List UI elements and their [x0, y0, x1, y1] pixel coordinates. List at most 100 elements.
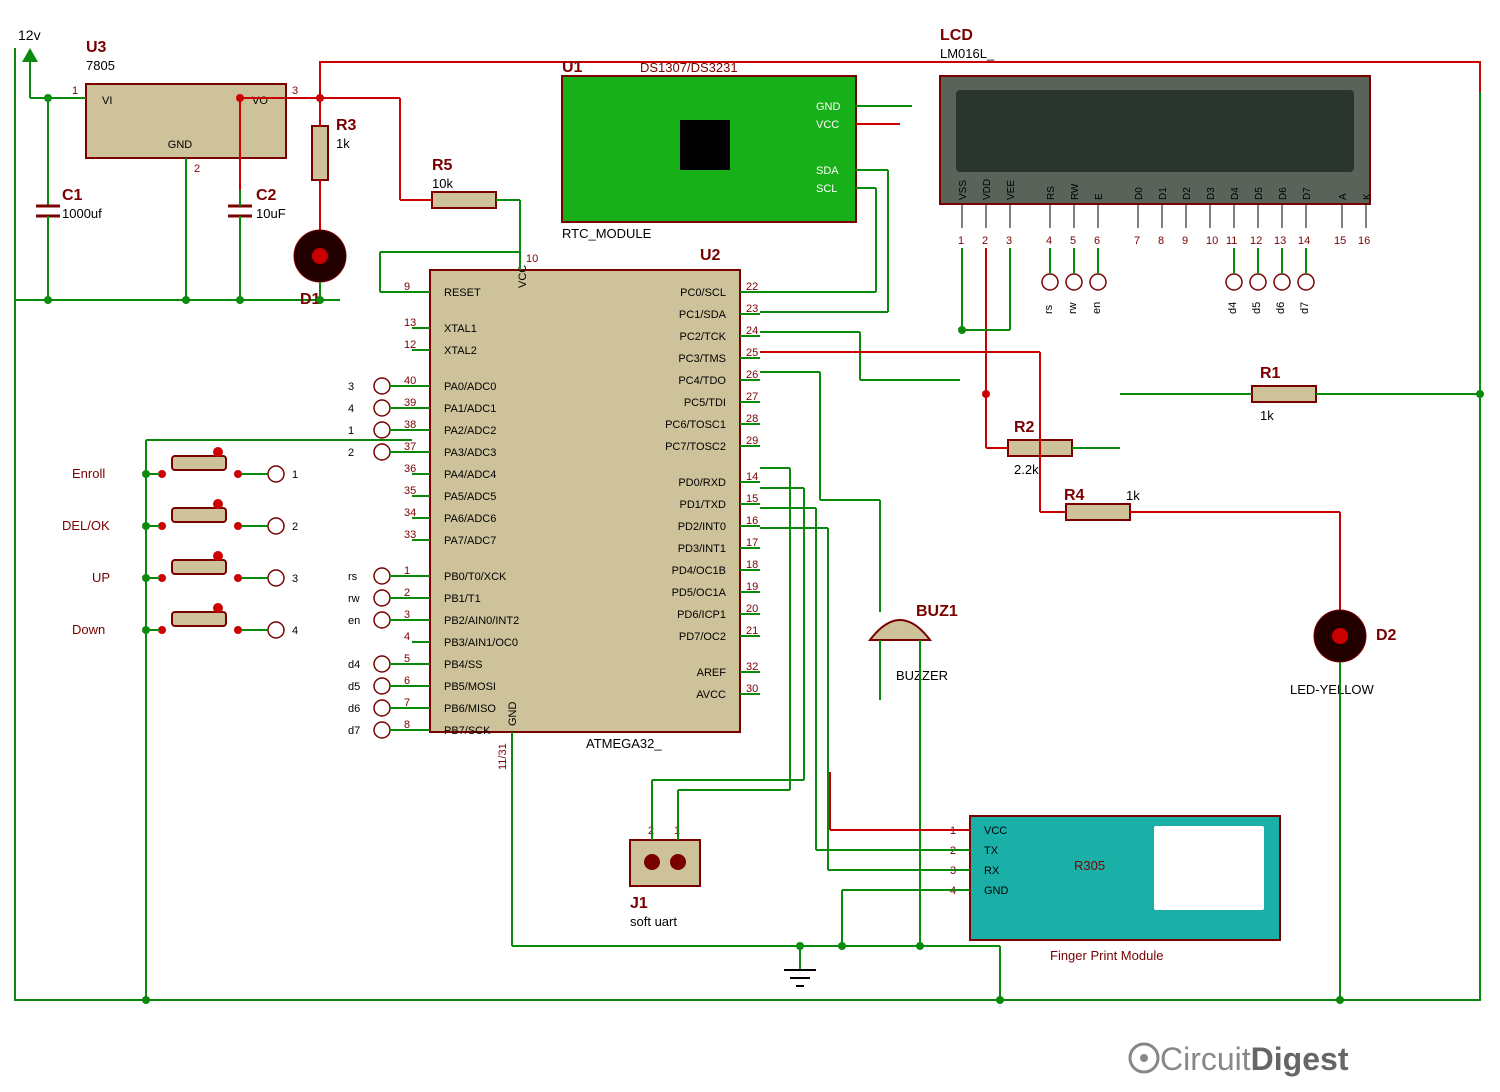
svg-text:D0: D0	[1134, 187, 1145, 200]
u3-ref: U3	[86, 39, 107, 56]
svg-text:10: 10	[526, 253, 538, 265]
svg-text:E: E	[1094, 193, 1105, 200]
button-enroll[interactable]: Enroll 1	[72, 447, 298, 482]
svg-text:TX: TX	[984, 845, 999, 857]
svg-text:RW: RW	[1070, 183, 1081, 200]
svg-text:d6: d6	[348, 703, 360, 715]
svg-text:9: 9	[1182, 235, 1188, 247]
svg-text:rs: rs	[1043, 304, 1055, 314]
svg-text:R2: R2	[1014, 419, 1035, 436]
svg-text:R3: R3	[336, 117, 357, 134]
svg-text:PC7/TOSC2: PC7/TOSC2	[665, 441, 726, 453]
svg-text:2: 2	[982, 235, 988, 247]
svg-text:BUZZER: BUZZER	[896, 668, 948, 683]
svg-text:ATMEGA32_: ATMEGA32_	[586, 736, 662, 751]
svg-text:PB4/SS: PB4/SS	[444, 659, 483, 671]
svg-text:RS: RS	[1046, 186, 1057, 200]
svg-text:PB1/T1: PB1/T1	[444, 593, 481, 605]
svg-text:UP: UP	[92, 570, 110, 585]
svg-text:GND: GND	[507, 702, 519, 727]
svg-text:PD2/INT0: PD2/INT0	[678, 521, 726, 533]
c2-ref: C2	[256, 187, 277, 204]
c1-ref: C1	[62, 187, 83, 204]
svg-text:3: 3	[348, 381, 354, 393]
svg-text:D1: D1	[1158, 187, 1169, 200]
svg-text:R1: R1	[1260, 365, 1281, 382]
svg-text:PA1/ADC1: PA1/ADC1	[444, 403, 496, 415]
label-12v: 12v	[18, 27, 41, 43]
svg-text:PB3/AIN1/OC0: PB3/AIN1/OC0	[444, 637, 518, 649]
svg-text:PD6/ICP1: PD6/ICP1	[677, 609, 726, 621]
svg-text:VCC: VCC	[984, 825, 1007, 837]
svg-text:1: 1	[292, 469, 298, 481]
svg-text:en: en	[348, 615, 360, 627]
svg-text:PD0/RXD: PD0/RXD	[678, 477, 726, 489]
svg-text:PA6/ADC6: PA6/ADC6	[444, 513, 496, 525]
svg-text:VSS: VSS	[958, 180, 969, 200]
svg-text:5: 5	[1070, 235, 1076, 247]
svg-text:DS1307/DS3231: DS1307/DS3231	[640, 60, 738, 75]
svg-text:RTC_MODULE: RTC_MODULE	[562, 226, 652, 241]
button-down[interactable]: Down 4	[72, 603, 298, 638]
svg-text:1000uf: 1000uf	[62, 206, 102, 221]
svg-text:2: 2	[194, 163, 200, 175]
svg-text:4: 4	[348, 403, 354, 415]
svg-text:LCD: LCD	[940, 27, 973, 44]
svg-text:AREF: AREF	[697, 667, 727, 679]
svg-text:GND: GND	[168, 139, 193, 151]
svg-text:16: 16	[1358, 235, 1370, 247]
u3-part: 7805	[86, 58, 115, 73]
svg-text:LM016L_: LM016L_	[940, 46, 995, 61]
svg-text:SDA: SDA	[816, 165, 839, 177]
svg-text:K: K	[1362, 193, 1373, 200]
svg-text:d4: d4	[1227, 302, 1239, 314]
svg-text:R305: R305	[1074, 858, 1105, 873]
svg-text:1: 1	[958, 235, 964, 247]
connector-j1	[630, 840, 700, 886]
svg-text:PB2/AIN0/INT2: PB2/AIN0/INT2	[444, 615, 519, 627]
svg-text:3: 3	[292, 573, 298, 585]
svg-text:RX: RX	[984, 865, 1000, 877]
svg-text:PA3/ADC3: PA3/ADC3	[444, 447, 496, 459]
svg-text:R5: R5	[432, 157, 453, 174]
svg-text:rw: rw	[1067, 302, 1079, 314]
svg-text:BUZ1: BUZ1	[916, 603, 958, 620]
svg-text:10uF: 10uF	[256, 206, 286, 221]
svg-text:PB7/SCK: PB7/SCK	[444, 725, 491, 737]
svg-text:U2: U2	[700, 247, 721, 264]
svg-text:d5: d5	[1251, 302, 1263, 314]
svg-text:4: 4	[1046, 235, 1052, 247]
svg-text:VCC: VCC	[816, 119, 839, 131]
svg-text:PA7/ADC7: PA7/ADC7	[444, 535, 496, 547]
svg-text:PB6/MISO: PB6/MISO	[444, 703, 496, 715]
buzzer	[870, 620, 930, 640]
svg-text:en: en	[1091, 302, 1103, 314]
svg-text:A: A	[1338, 193, 1349, 200]
svg-text:9: 9	[404, 281, 410, 293]
svg-text:10k: 10k	[432, 176, 453, 191]
svg-text:2: 2	[348, 447, 354, 459]
svg-text:D7: D7	[1302, 187, 1313, 200]
svg-text:Enroll: Enroll	[72, 466, 105, 481]
svg-text:rw: rw	[348, 593, 360, 605]
button-del-ok[interactable]: DEL/OK 2	[62, 499, 298, 534]
svg-text:11/31: 11/31	[497, 743, 509, 770]
svg-text:R4: R4	[1064, 487, 1085, 504]
svg-text:PC0/SCL: PC0/SCL	[680, 287, 726, 299]
svg-text:VO: VO	[252, 95, 268, 107]
svg-text:VDD: VDD	[982, 179, 993, 200]
svg-text:PD1/TXD: PD1/TXD	[680, 499, 727, 511]
svg-text:6: 6	[1094, 235, 1100, 247]
svg-text:14: 14	[1298, 235, 1310, 247]
svg-text:U1: U1	[562, 59, 583, 76]
svg-text:13: 13	[1274, 235, 1286, 247]
svg-text:PA5/ADC5: PA5/ADC5	[444, 491, 496, 503]
svg-text:1k: 1k	[336, 136, 350, 151]
svg-text:d7: d7	[1299, 302, 1311, 314]
svg-text:1: 1	[348, 425, 354, 437]
svg-text:LED-YELLOW: LED-YELLOW	[1290, 682, 1375, 697]
button-up[interactable]: UP 3	[92, 551, 298, 586]
svg-text:10: 10	[1206, 235, 1218, 247]
svg-text:DEL/OK: DEL/OK	[62, 518, 110, 533]
svg-text:PB0/T0/XCK: PB0/T0/XCK	[444, 571, 507, 583]
